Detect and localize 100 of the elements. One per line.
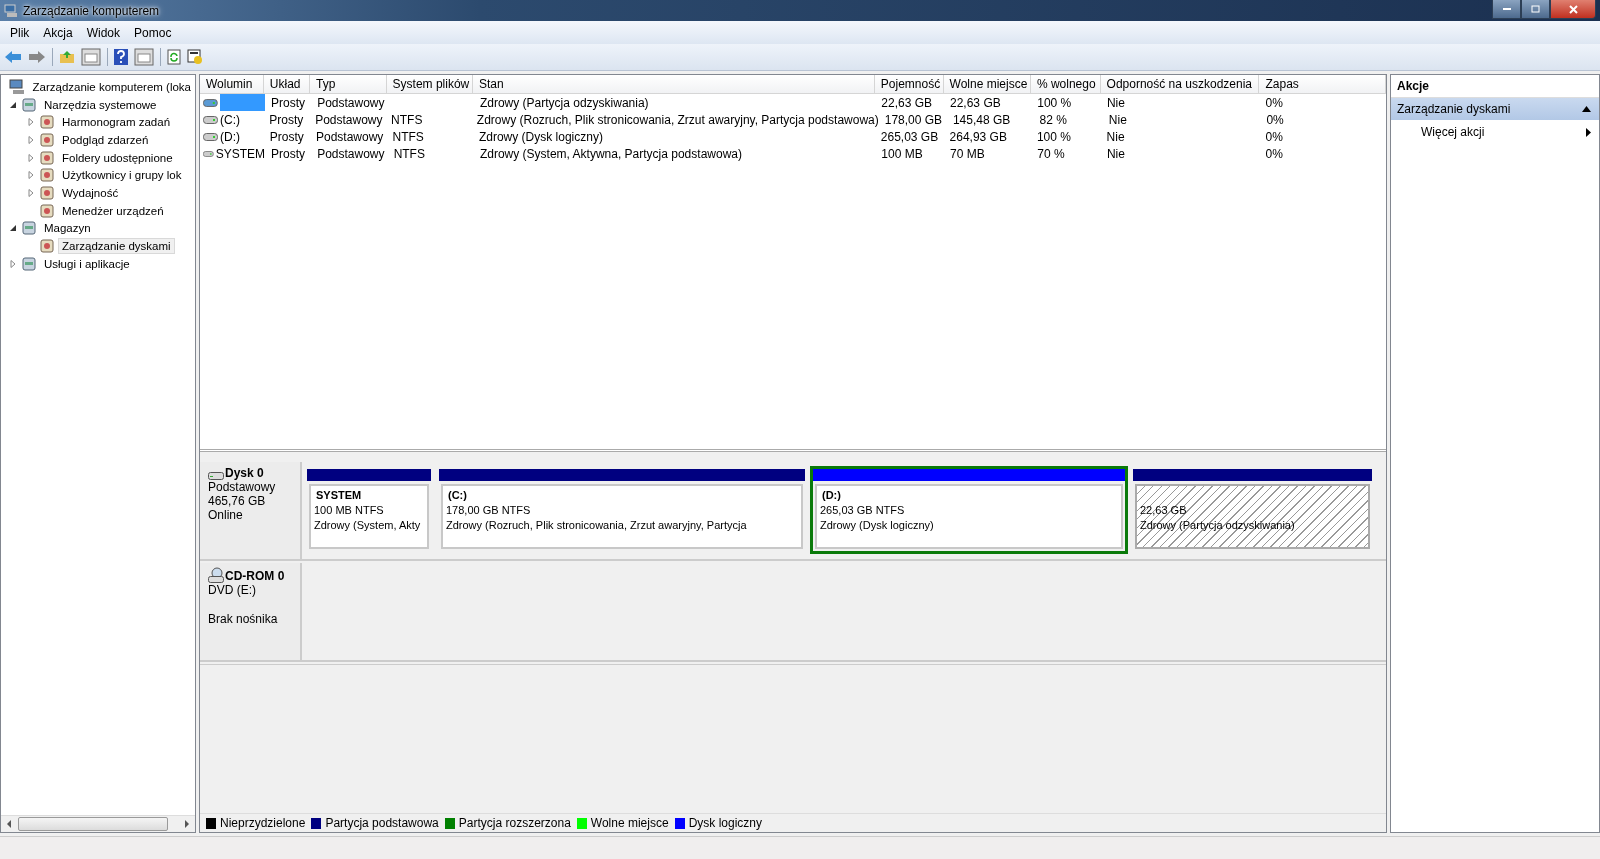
scrollbar-thumb[interactable] <box>18 817 168 831</box>
panel-icon[interactable] <box>81 48 101 66</box>
computer-icon <box>4 3 18 18</box>
menu-item[interactable]: Akcja <box>37 23 81 42</box>
legend-label: Partycja rozszerzona <box>458 816 571 830</box>
minimize-button[interactable] <box>1492 0 1521 19</box>
column-header[interactable]: Wolne miejsce <box>943 75 1031 93</box>
collapsed-arrow-icon[interactable] <box>27 118 35 127</box>
back-arrow-icon[interactable] <box>4 50 22 64</box>
disk-label-panel[interactable]: CD-ROM 0 DVD (E:) Brak nośnika <box>200 563 302 660</box>
column-header[interactable]: Układ <box>263 75 310 93</box>
partition-status: Zdrowy (Rozruch, Plik stronicowania, Zrzut awaryjny, Partycja <box>446 518 748 533</box>
node-icon <box>21 220 37 237</box>
menu-item[interactable]: Widok <box>80 23 129 42</box>
horizontal-scrollbar[interactable] <box>1 815 195 832</box>
close-button[interactable] <box>1550 0 1596 19</box>
scroll-right-icon[interactable] <box>184 820 190 828</box>
collapsed-arrow-icon[interactable] <box>27 171 35 180</box>
tree-item[interactable]: Menedżer urządzeń <box>58 202 168 219</box>
disk-info: Online <box>208 508 244 522</box>
partition-name: (D:) <box>821 488 842 503</box>
column-header[interactable]: System plików <box>386 75 473 93</box>
tree-item[interactable]: Magazyn <box>40 220 95 237</box>
table-cell: 82 % <box>1039 112 1067 127</box>
actions-section[interactable]: Zarządzanie dyskami <box>1391 98 1599 120</box>
disk-label-panel[interactable]: Dysk 0 Podstawowy 465,76 GB Online <box>200 462 302 559</box>
table-cell: Prosty <box>271 95 305 110</box>
collapsed-arrow-icon[interactable] <box>27 153 35 162</box>
tree-item[interactable]: Harmonogram zadań <box>58 114 175 131</box>
table-cell: Podstawowy <box>317 95 385 110</box>
menu-item[interactable]: Plik <box>4 23 38 42</box>
partition-name: SYSTEM <box>315 488 363 503</box>
forward-arrow-icon[interactable] <box>28 50 46 64</box>
column-header[interactable]: Stan <box>472 75 875 93</box>
column-header[interactable]: Pojemność <box>874 75 944 93</box>
legend-label: Partycja podstawowa <box>325 816 439 830</box>
table-cell: 22,63 GB <box>950 95 1001 110</box>
table-cell: SYSTEM <box>215 146 265 161</box>
legend-label: Wolne miejsce <box>590 816 669 830</box>
table-cell: 264,93 GB <box>949 129 1007 144</box>
maximize-button[interactable] <box>1521 0 1550 19</box>
drive-icon <box>208 470 224 480</box>
tree-item[interactable]: Foldery udostępnione <box>58 149 177 166</box>
table-cell: 22,63 GB <box>881 95 933 110</box>
table-cell: (D:) <box>220 129 240 144</box>
tree-item[interactable]: Podgląd zdarzeń <box>58 131 153 148</box>
tree-item[interactable]: Usługi i aplikacje <box>40 255 134 272</box>
table-cell: 0% <box>1266 112 1284 127</box>
partition-size: 265,03 GB NTFS <box>820 503 906 518</box>
node-icon <box>39 238 55 255</box>
tree-item[interactable]: Narzędzia systemowe <box>40 96 161 113</box>
table-cell: Zdrowy (System, Aktywna, Partycja podstawowa) <box>479 146 742 161</box>
expanded-arrow-icon[interactable] <box>9 100 17 109</box>
collapsed-arrow-icon[interactable] <box>27 135 35 144</box>
minimize-icon <box>1502 7 1511 11</box>
table-cell: Zdrowy (Dysk logiczny) <box>478 129 603 144</box>
table-cell: 178,00 GB <box>884 112 943 127</box>
table-cell: Zdrowy (Partycja odzyskiwania) <box>479 95 649 110</box>
maximize-icon <box>1531 5 1540 13</box>
properties-icon[interactable] <box>187 49 203 65</box>
table-cell: 145,48 GB <box>952 112 1011 127</box>
tree-item[interactable]: Zarządzanie komputerem (loka <box>28 78 195 95</box>
tree-item[interactable]: Użytkownicy i grupy lok <box>58 167 186 184</box>
collapsed-arrow-icon[interactable] <box>9 259 17 268</box>
tree-item[interactable]: Wydajność <box>58 184 123 201</box>
scroll-left-icon[interactable] <box>6 820 12 828</box>
action-item[interactable]: Więcej akcji <box>1391 120 1599 144</box>
table-cell: Zdrowy (Rozruch, Plik stronicowania, Zrzut awaryjny, Partycja podstawowa) <box>476 112 879 127</box>
partition-status: Zdrowy (Dysk logiczny) <box>820 518 935 533</box>
column-header[interactable]: % wolnego <box>1030 75 1101 93</box>
table-cell: Nie <box>1106 95 1125 110</box>
node-icon <box>21 96 37 113</box>
folder-up-icon[interactable] <box>59 50 75 64</box>
table-cell: 70 % <box>1037 146 1065 161</box>
partition-name: (C:) <box>447 488 468 503</box>
node-icon <box>39 131 55 148</box>
table-cell: Prosty <box>271 146 305 161</box>
table-cell: 265,03 GB <box>880 129 939 144</box>
table-cell: Podstawowy <box>315 129 384 144</box>
table-cell: Podstawowy <box>317 146 385 161</box>
column-header[interactable]: Typ <box>310 75 387 93</box>
tree-item[interactable]: Zarządzanie dyskami <box>58 238 175 255</box>
node-icon <box>39 149 55 166</box>
submenu-arrow-icon <box>1586 127 1591 137</box>
partition-block[interactable]: (D:) 265,03 GB NTFS Zdrowy (Dysk logiczny) <box>810 466 1128 554</box>
legend-label: Dysk logiczny <box>688 816 762 830</box>
table-cell: NTFS <box>391 112 423 127</box>
drive-icon <box>203 132 218 141</box>
column-header[interactable]: Odporność na uszkodzenia <box>1100 75 1260 93</box>
menu-item[interactable]: Pomoc <box>128 23 180 42</box>
refresh-icon[interactable] <box>167 49 181 65</box>
column-header[interactable]: Zapas <box>1259 75 1386 93</box>
expanded-arrow-icon[interactable] <box>9 224 17 233</box>
table-cell: Prosty <box>269 129 304 144</box>
collapsed-arrow-icon[interactable] <box>27 188 35 197</box>
table-cell: NTFS <box>392 129 424 144</box>
column-header[interactable]: Wolumin <box>200 75 264 93</box>
panel-icon[interactable] <box>134 48 154 66</box>
node-icon <box>39 202 55 219</box>
help-icon[interactable] <box>114 49 128 65</box>
